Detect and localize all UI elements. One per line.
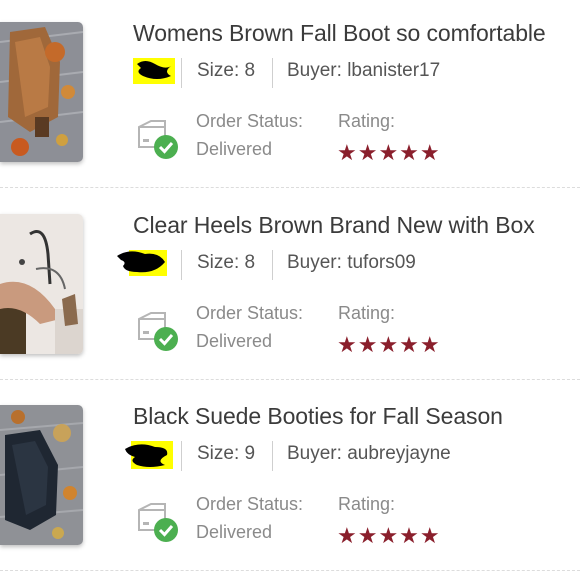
product-title[interactable]: Clear Heels Brown Brand New with Box — [133, 212, 535, 239]
separator — [272, 250, 273, 280]
separator — [272, 58, 273, 88]
product-thumbnail[interactable] — [0, 22, 83, 162]
order-status-label: Order Status: — [196, 303, 304, 323]
redacted-brand-mark — [117, 250, 167, 276]
order-status-label: Order Status: — [196, 111, 304, 131]
rating-label: Rating: — [338, 111, 396, 131]
order-status-label: Order Status: — [196, 494, 304, 514]
product-thumbnail[interactable] — [0, 214, 83, 354]
delivered-package-icon — [138, 120, 178, 159]
order-status-value: Delivered — [196, 139, 273, 159]
order-row[interactable]: Womens Brown Fall Boot so comfortable Si… — [0, 0, 580, 190]
rating-label: Rating: — [338, 303, 396, 323]
size-text: Size: 8 — [197, 60, 256, 81]
order-status-value: Delivered — [196, 331, 273, 351]
order-row[interactable]: Clear Heels Brown Brand New with Box Siz… — [0, 192, 580, 382]
delivered-package-icon — [138, 503, 178, 542]
rating-label: Rating: — [338, 494, 396, 514]
rating-stars: ★★★★★ — [337, 141, 441, 166]
order-row[interactable]: Black Suede Booties for Fall Season Size… — [0, 383, 580, 573]
buyer-text[interactable]: Buyer: lbanister17 — [287, 60, 440, 82]
product-title[interactable]: Black Suede Booties for Fall Season — [133, 403, 503, 430]
redacted-brand-mark — [125, 441, 173, 469]
buyer-text[interactable]: Buyer: aubreyjayne — [287, 443, 451, 465]
separator — [181, 58, 182, 88]
rating-stars: ★★★★★ — [337, 333, 441, 358]
separator — [272, 441, 273, 471]
separator — [181, 250, 182, 280]
product-title[interactable]: Womens Brown Fall Boot so comfortable — [133, 20, 546, 47]
size-text: Size: 8 — [197, 252, 256, 273]
rating-stars: ★★★★★ — [337, 524, 441, 549]
buyer-text[interactable]: Buyer: tufors09 — [287, 252, 416, 274]
delivered-package-icon — [138, 312, 178, 351]
separator — [181, 441, 182, 471]
product-thumbnail[interactable] — [0, 405, 83, 545]
order-status-value: Delivered — [196, 522, 273, 542]
redacted-brand-mark — [133, 58, 175, 84]
size-text: Size: 9 — [197, 443, 256, 464]
